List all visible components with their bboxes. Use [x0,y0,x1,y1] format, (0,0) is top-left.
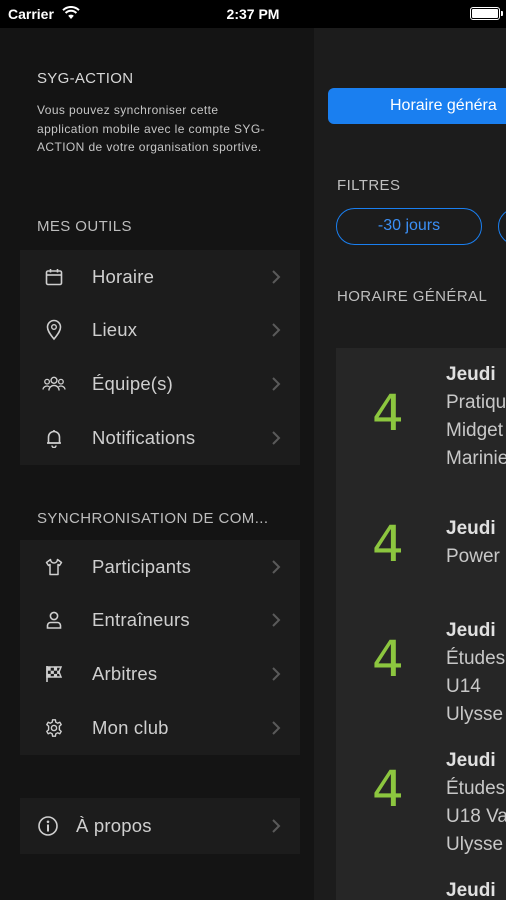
menu-item-entraineurs[interactable]: Entraîneurs [20,594,300,648]
menu-item-notifications[interactable]: Notifications [20,411,300,465]
horaire-general-button-label: Horaire généra [390,97,497,114]
person-icon [42,608,66,632]
menu-item-lieux[interactable]: Lieux [20,304,300,358]
event-date-number: 4 [372,384,404,442]
menu-item-label: Notifications [92,426,196,448]
app-title: SYG-ACTION [37,70,134,87]
event-day: Jeudi [446,620,496,641]
schedule-list: 4 Jeudi Pratiqu Midget Marinie 4 Jeudi P… [336,348,506,900]
event-line: Marinie [446,448,506,469]
event-line: U18 Va [446,806,506,827]
event-date-number: 4 [372,515,404,573]
jersey-icon [42,555,66,579]
status-bar: Carrier 2:37 PM [0,0,506,28]
info-icon [36,814,60,838]
bell-icon [42,426,66,450]
chevron-right-icon [272,819,281,833]
menu-item-label: Arbitres [92,662,158,684]
filters-title: FILTRES [337,177,401,194]
menu-item-a-propos[interactable]: À propos [20,798,300,854]
gear-icon [42,716,66,740]
event-day: Jeudi [446,880,496,900]
main-content: Horaire généra FILTRES -30 jours HORAIRE… [314,28,506,900]
menu-item-arbitres[interactable]: Arbitres [20,647,300,701]
app-description: Vous pouvez synchroniser cette applicati… [37,103,265,154]
event-day: Jeudi [446,364,496,385]
event-day: Jeudi [446,518,496,539]
filter-next[interactable] [498,208,506,245]
side-menu: SYG-ACTION Vous pouvez synchroniser cett… [0,28,314,900]
menu-item-label: Lieux [92,319,138,341]
chevron-right-icon [272,377,281,391]
event-line: Études [446,778,506,799]
menu-item-participants[interactable]: Participants [20,540,300,594]
list-item[interactable]: 4 Jeudi Power [336,488,506,590]
chevron-right-icon [272,613,281,628]
filter-30-days-label: -30 jours [377,217,441,234]
checkered-flag-icon [42,662,66,686]
event-line: Pratiqu [446,392,506,413]
chevron-right-icon [272,720,281,735]
menu-item-label: À propos [76,815,152,836]
event-day: Jeudi [446,750,496,771]
schedule-title: HORAIRE GÉNÉRAL [337,288,488,305]
menu-item-label: Participants [92,555,192,577]
event-line: Études [446,648,506,669]
team-icon [42,372,66,396]
calendar-icon [42,265,66,289]
event-date-number: 4 [372,630,404,688]
battery-icon [470,7,503,20]
chevron-right-icon [272,270,281,284]
filter-30-days[interactable]: -30 jours [336,208,482,245]
chevron-right-icon [272,323,281,338]
list-item[interactable]: 4 Jeudi Pratiqu Midget Marinie [336,348,506,488]
tools-menu: Horaire Lieux Équipe(s) Notifications [20,250,300,465]
menu-item-label: Horaire [92,265,155,287]
menu-item-horaire[interactable]: Horaire [20,250,300,304]
chevron-right-icon [272,430,281,445]
horaire-general-button[interactable]: Horaire généra [328,88,506,124]
menu-item-label: Mon club [92,716,169,738]
tools-section-title: MES OUTILS [37,218,132,235]
event-line: Power [446,546,500,567]
sync-section-title: SYNCHRONISATION DE COM... [37,510,269,527]
about-menu: À propos [20,798,300,854]
location-pin-icon [42,318,66,342]
menu-item-equipes[interactable]: Équipe(s) [20,357,300,411]
event-date-number: 4 [372,760,404,818]
event-line: U14 [446,676,481,697]
event-line: Midget [446,420,504,441]
list-item[interactable]: Jeudi [336,850,506,900]
clock-label: 2:37 PM [226,6,280,22]
list-item[interactable]: 4 Jeudi Études U14 Ulysse [336,590,506,725]
menu-item-label: Entraîneurs [92,609,190,631]
chevron-right-icon [272,667,281,681]
sync-menu: Participants Entraîneurs Arbitres Mon cl… [20,540,300,755]
menu-item-mon-club[interactable]: Mon club [20,701,300,755]
list-item[interactable]: 4 Jeudi Études U18 Va Ulysse [336,720,506,855]
chevron-right-icon [272,560,281,574]
menu-item-label: Équipe(s) [92,372,173,394]
